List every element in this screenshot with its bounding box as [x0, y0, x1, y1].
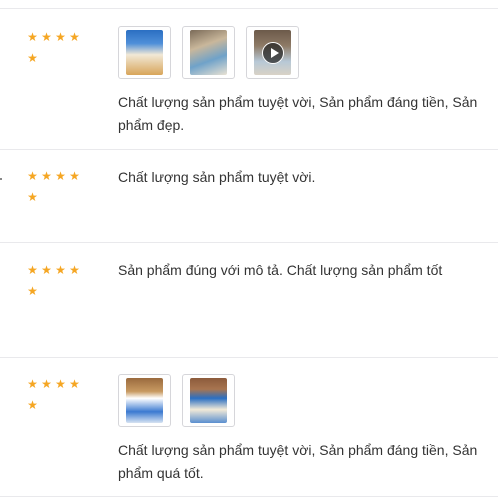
star-icon: ★ — [69, 263, 81, 277]
star-icon: ★ — [55, 30, 67, 44]
review-media — [118, 374, 235, 428]
play-icon — [262, 42, 284, 64]
review-image-thumbnail[interactable] — [182, 374, 235, 427]
review-item: ★ ★ ★ ★★ Sản phẩm đúng với mô tả. Chất lượn… — [0, 243, 498, 357]
star-icon: ★ — [27, 398, 39, 412]
review-text: Chất lượng sản phẩm tuyệt vời, Sản phẩm … — [118, 94, 478, 133]
review-image-thumbnail[interactable] — [118, 374, 171, 427]
star-rating: ★ ★ ★ ★★ — [26, 260, 86, 302]
star-icon: ★ — [41, 377, 53, 391]
star-rating: ★ ★ ★ ★★ — [26, 374, 86, 416]
star-icon: ★ — [41, 30, 53, 44]
review-text: Chất lượng sản phẩm tuyệt vời. — [118, 169, 316, 185]
star-icon: ★ — [55, 263, 67, 277]
star-icon: ★ — [55, 377, 67, 391]
star-icon: ★ — [27, 190, 39, 204]
product-photo-icon — [190, 378, 227, 423]
star-icon: ★ — [41, 263, 53, 277]
review-image-thumbnail[interactable] — [118, 26, 171, 79]
star-icon: ★ — [27, 284, 39, 298]
product-photo-icon — [126, 30, 163, 75]
star-icon: ★ — [69, 377, 81, 391]
review-item: ★ ★ ★ ★★ Chất lượng sản phẩm tuyệt vời, Sản… — [0, 358, 498, 496]
review-video-thumbnail[interactable] — [246, 26, 299, 79]
star-icon: ★ — [27, 169, 39, 183]
review-item: ★ ★ ★ ★★ Chất lượng sản phẩm tuyệt vời. — [0, 150, 498, 242]
star-icon: ★ — [69, 169, 81, 183]
star-icon: ★ — [27, 377, 39, 391]
divider — [0, 496, 498, 497]
star-icon: ★ — [41, 169, 53, 183]
product-photo-icon — [190, 30, 227, 75]
star-icon: ★ — [27, 30, 39, 44]
review-image-thumbnail[interactable] — [182, 26, 235, 79]
star-icon: ★ — [55, 169, 67, 183]
review-text: Chất lượng sản phẩm tuyệt vời, Sản phẩm … — [118, 442, 478, 481]
edge-mark — [0, 178, 2, 180]
star-rating: ★ ★ ★ ★★ — [26, 27, 86, 69]
star-icon: ★ — [27, 263, 39, 277]
review-item: ★ ★ ★ ★★ Chất lượng sản phẩm tuyệt vời, Sản… — [0, 9, 498, 149]
product-photo-icon — [126, 378, 163, 423]
star-icon: ★ — [27, 51, 39, 65]
star-icon: ★ — [69, 30, 81, 44]
review-text: Sản phẩm đúng với mô tả. Chất lượng sản … — [118, 262, 443, 278]
review-media — [118, 26, 299, 80]
star-rating: ★ ★ ★ ★★ — [26, 166, 86, 208]
